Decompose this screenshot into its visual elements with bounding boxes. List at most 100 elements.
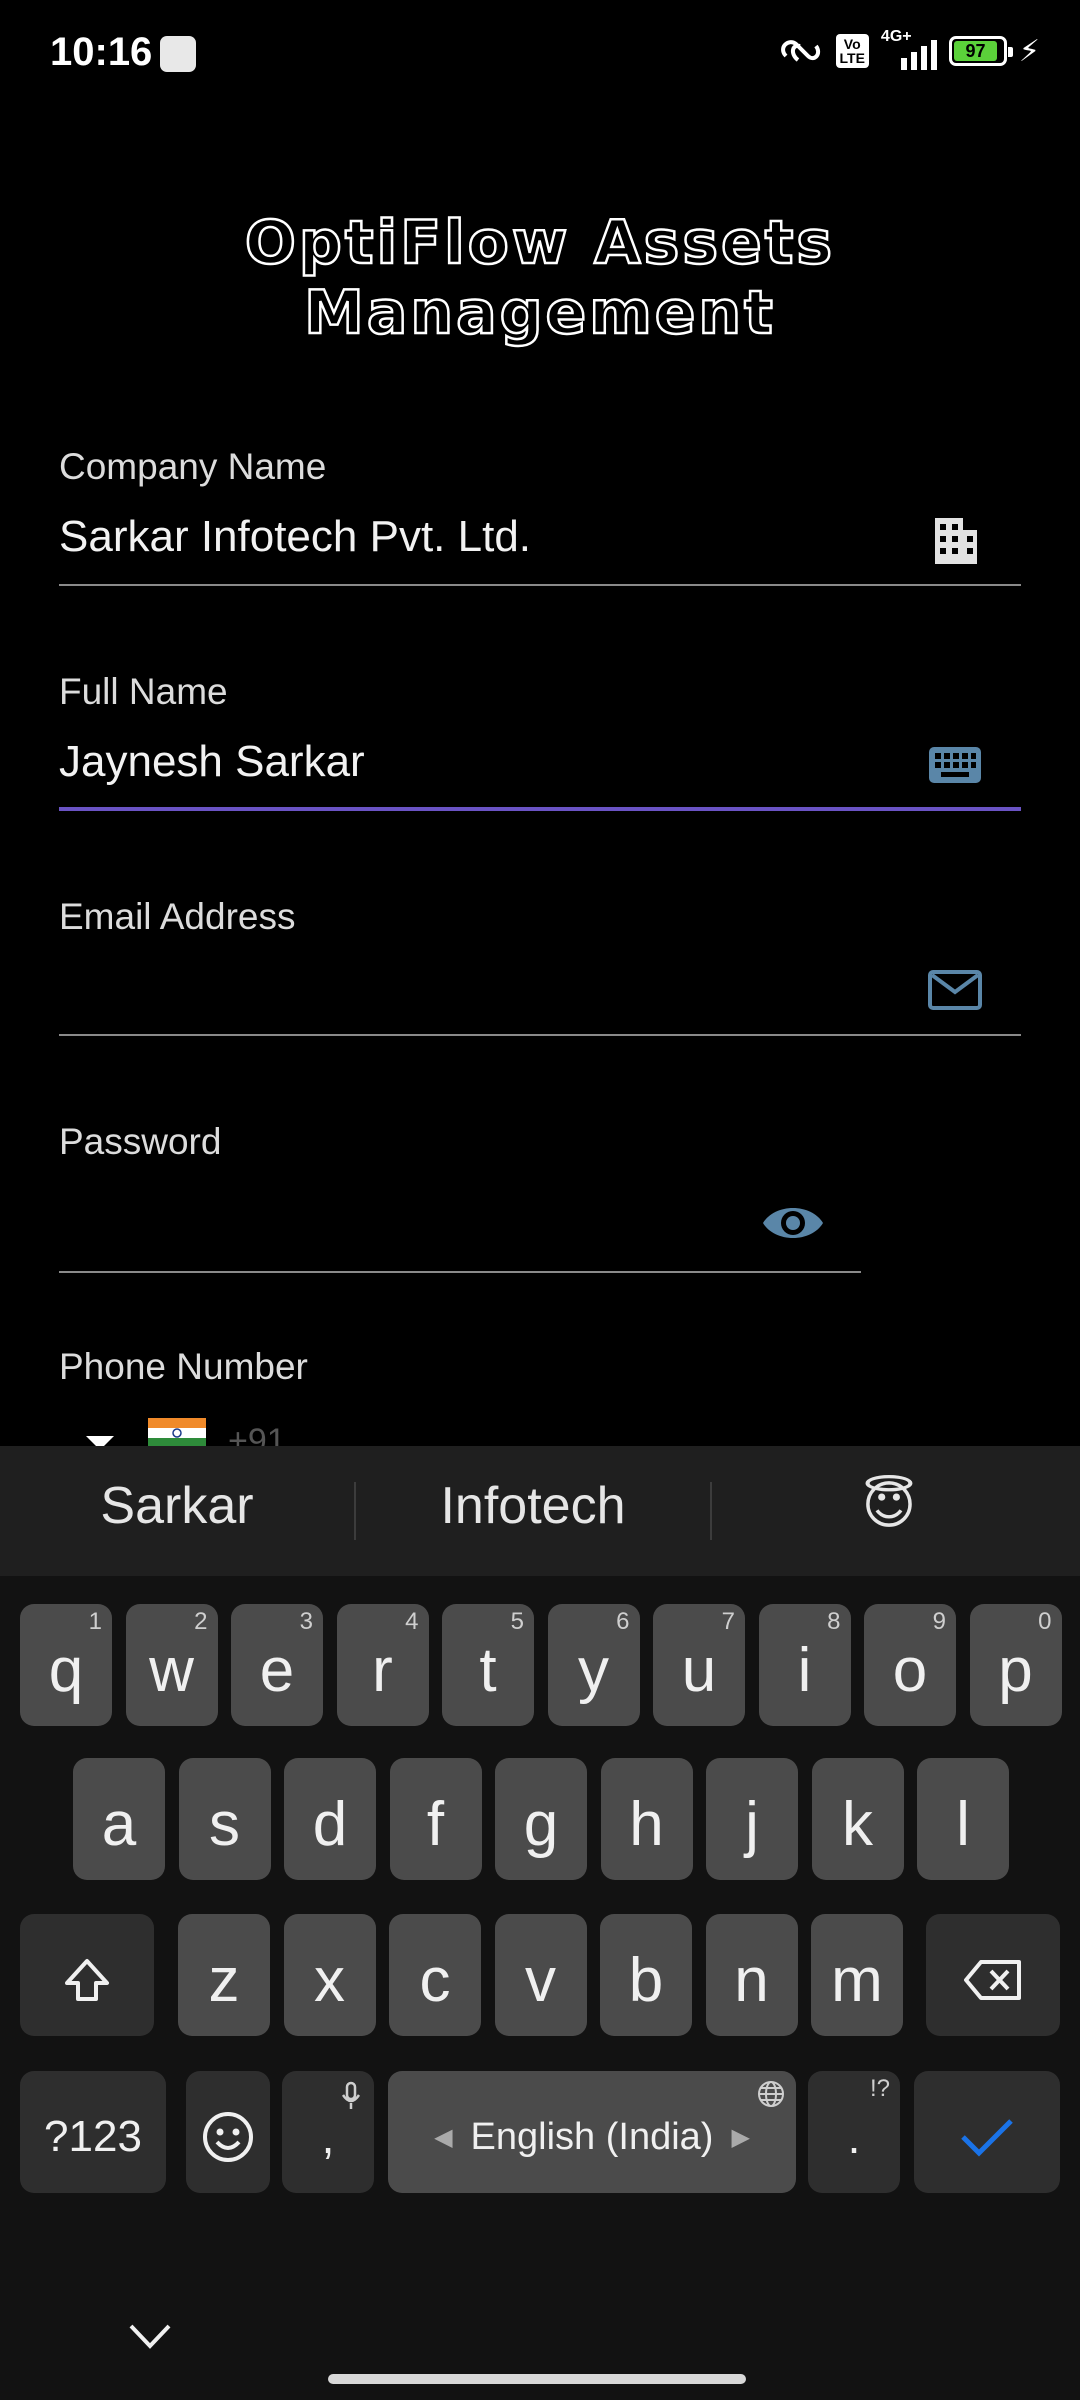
status-time: 10:16 bbox=[50, 30, 153, 74]
phone-label: Phone Number bbox=[59, 1346, 308, 1387]
full-name-underline bbox=[59, 807, 1021, 811]
suggestion-divider bbox=[710, 1482, 712, 1540]
key-label: r bbox=[372, 1635, 393, 1705]
key-f[interactable]: f bbox=[389, 1758, 482, 1880]
suggestion-divider bbox=[354, 1482, 356, 1540]
battery-icon: 97 bbox=[948, 36, 1013, 66]
key-label: q bbox=[48, 1635, 84, 1705]
key-i[interactable]: i8 bbox=[758, 1604, 851, 1726]
key-hint: 4 bbox=[405, 1608, 419, 1635]
key-t[interactable]: t5 bbox=[442, 1604, 534, 1726]
password-field[interactable]: Password bbox=[59, 1121, 861, 1273]
backspace-key[interactable] bbox=[926, 1914, 1060, 2036]
home-indicator[interactable] bbox=[328, 2374, 746, 2384]
shift-key[interactable] bbox=[20, 1914, 154, 2036]
key-label: p bbox=[998, 1635, 1033, 1705]
key-hint: 1 bbox=[88, 1608, 102, 1635]
key-m[interactable]: m bbox=[811, 1914, 903, 2036]
key-h[interactable]: h bbox=[600, 1758, 693, 1880]
india-flag-icon[interactable] bbox=[148, 1418, 206, 1448]
done-key[interactable] bbox=[914, 2071, 1060, 2193]
period-hint: !? bbox=[869, 2075, 890, 2102]
full-name-input[interactable]: Jaynesh Sarkar bbox=[59, 737, 365, 787]
microphone-icon bbox=[341, 2081, 361, 2109]
notification-icon bbox=[160, 36, 196, 72]
key-g[interactable]: g bbox=[495, 1758, 587, 1880]
keyboard-icon bbox=[929, 747, 981, 783]
key-label: i bbox=[797, 1635, 812, 1705]
company-name-underline bbox=[59, 584, 1021, 586]
emoji-key[interactable] bbox=[186, 2071, 270, 2193]
space-left-arrow-icon: ◀ bbox=[434, 2123, 453, 2151]
charging-icon: ⚡ bbox=[1018, 34, 1040, 68]
key-q[interactable]: q1 bbox=[20, 1604, 112, 1726]
key-r[interactable]: r4 bbox=[336, 1604, 429, 1726]
key-v[interactable]: v bbox=[494, 1914, 587, 2036]
key-k[interactable]: k bbox=[811, 1758, 904, 1880]
key-label: o bbox=[892, 1635, 928, 1705]
suggestion-bar: Sarkar Infotech 😇 bbox=[0, 1446, 1080, 1576]
key-s[interactable]: s bbox=[178, 1758, 271, 1880]
eye-icon[interactable] bbox=[761, 1195, 825, 1251]
key-z[interactable]: z bbox=[178, 1914, 270, 2036]
password-label: Password bbox=[59, 1121, 222, 1162]
comma-key[interactable]: , bbox=[282, 2071, 374, 2193]
key-hint: 9 bbox=[932, 1608, 946, 1635]
key-o[interactable]: o9 bbox=[864, 1604, 956, 1726]
page-title: OptiFlow Assets Management bbox=[244, 207, 836, 350]
key-d[interactable]: d bbox=[284, 1758, 376, 1880]
status-bar: 10:16 Vo LTE 4G+ 97 ⚡ bbox=[0, 0, 1080, 108]
key-hint: 0 bbox=[1038, 1608, 1052, 1635]
key-hint: 6 bbox=[616, 1608, 630, 1635]
key-hint: 8 bbox=[827, 1608, 841, 1635]
key-hint: 7 bbox=[721, 1608, 735, 1635]
on-screen-keyboard: Sarkar Infotech 😇 q1w2e3r4t5y6u7i8o9p0 a… bbox=[0, 1446, 1080, 2400]
full-name-field[interactable]: Full Name Jaynesh Sarkar bbox=[59, 671, 1021, 811]
key-label: t bbox=[479, 1635, 497, 1705]
battery-level: 97 bbox=[953, 41, 998, 61]
checkmark-icon bbox=[961, 2119, 1013, 2157]
space-key[interactable]: ◀ English (India) ▶ bbox=[388, 2071, 796, 2193]
shift-icon bbox=[65, 1959, 109, 2001]
globe-icon bbox=[758, 2081, 784, 2107]
space-right-arrow-icon: ▶ bbox=[731, 2123, 750, 2151]
key-p[interactable]: p0 bbox=[969, 1604, 1062, 1726]
volte-icon: Vo LTE bbox=[835, 34, 869, 68]
phone-field[interactable]: Phone Number bbox=[59, 1346, 1021, 1388]
suggestion-emoji[interactable]: 😇 bbox=[724, 1476, 1054, 1536]
key-b[interactable]: b bbox=[600, 1914, 692, 2036]
suggestion-1[interactable]: Sarkar bbox=[12, 1476, 342, 1536]
company-name-field[interactable]: Company Name Sarkar Infotech Pvt. Ltd. bbox=[59, 446, 1021, 586]
key-label: y bbox=[578, 1635, 609, 1705]
key-hint: 5 bbox=[510, 1608, 524, 1635]
period-label: . bbox=[847, 2111, 861, 2163]
email-field[interactable]: Email Address bbox=[59, 896, 1021, 1036]
hide-keyboard-icon[interactable] bbox=[128, 2322, 172, 2350]
company-name-label: Company Name bbox=[59, 446, 327, 487]
key-w[interactable]: w2 bbox=[125, 1604, 218, 1726]
key-j[interactable]: j bbox=[706, 1758, 798, 1880]
key-a[interactable]: a bbox=[73, 1758, 165, 1880]
key-x[interactable]: x bbox=[283, 1914, 376, 2036]
suggestion-2[interactable]: Infotech bbox=[368, 1476, 698, 1536]
key-u[interactable]: u7 bbox=[653, 1604, 745, 1726]
key-e[interactable]: e3 bbox=[231, 1604, 323, 1726]
key-c[interactable]: c bbox=[389, 1914, 481, 2036]
email-label: Email Address bbox=[59, 896, 296, 937]
key-n[interactable]: n bbox=[705, 1914, 798, 2036]
key-y[interactable]: y6 bbox=[547, 1604, 640, 1726]
key-hint: 3 bbox=[299, 1608, 313, 1635]
key-l[interactable]: l bbox=[917, 1758, 1009, 1880]
symbols-key[interactable]: ?123 bbox=[20, 2071, 166, 2193]
mail-icon bbox=[928, 970, 982, 1010]
link-icon bbox=[780, 40, 820, 62]
signal-icon: 4G+ bbox=[881, 28, 937, 70]
key-hint: 2 bbox=[194, 1608, 208, 1635]
period-key[interactable]: . !? bbox=[808, 2071, 900, 2193]
key-label: u bbox=[681, 1635, 717, 1705]
backspace-icon bbox=[964, 1960, 1021, 2000]
company-name-input[interactable]: Sarkar Infotech Pvt. Ltd. bbox=[59, 512, 531, 562]
comma-label: , bbox=[321, 2111, 335, 2163]
full-name-label: Full Name bbox=[59, 671, 228, 712]
password-underline bbox=[59, 1271, 861, 1273]
